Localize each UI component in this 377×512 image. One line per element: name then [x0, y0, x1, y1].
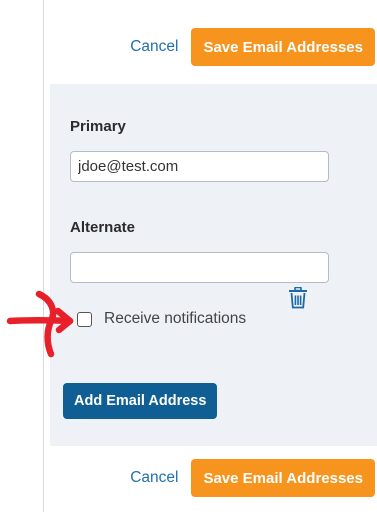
notifications-row: Receive notifications: [77, 310, 246, 328]
cancel-link-bottom[interactable]: Cancel: [130, 469, 178, 487]
left-divider: [43, 0, 44, 512]
receive-notifications-checkbox[interactable]: [77, 311, 92, 327]
red-arrow-annotation: [6, 290, 74, 358]
bottom-action-bar: Cancel Save Email Addresses: [50, 458, 375, 498]
email-form-panel: Primary Alternate Receive notifications …: [50, 84, 377, 446]
alternate-email-input[interactable]: [70, 252, 329, 283]
receive-notifications-label: Receive notifications: [104, 310, 247, 327]
cancel-link-top[interactable]: Cancel: [130, 38, 178, 56]
save-email-addresses-button-top[interactable]: Save Email Addresses: [191, 28, 375, 66]
add-email-address-button[interactable]: Add Email Address: [63, 383, 218, 419]
save-email-addresses-button-bottom[interactable]: Save Email Addresses: [191, 459, 375, 497]
alternate-label: Alternate: [70, 219, 136, 236]
primary-label: Primary: [70, 118, 126, 135]
email-addresses-page: Cancel Save Email Addresses Primary Alte…: [0, 0, 377, 512]
primary-email-input[interactable]: [70, 151, 329, 182]
trash-icon[interactable]: [288, 287, 308, 309]
top-action-bar: Cancel Save Email Addresses: [50, 27, 375, 67]
